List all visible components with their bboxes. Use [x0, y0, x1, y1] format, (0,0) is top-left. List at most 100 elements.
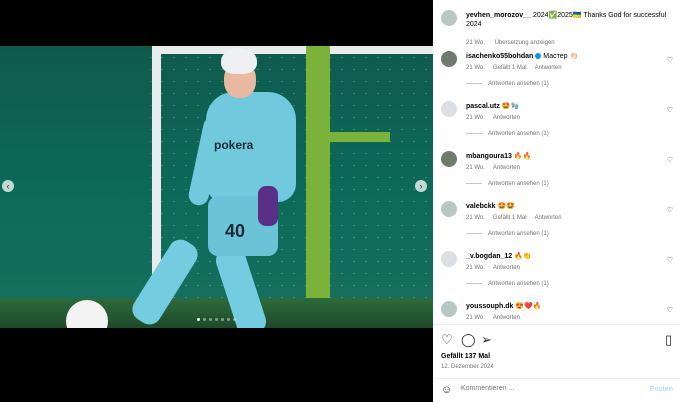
- comments-list: isachenko55bohdan Мастер 👏🏻 21 Wo. Gefällt …: [433, 48, 680, 322]
- author-username[interactable]: yevhen_morozov__: [466, 12, 531, 19]
- comment-text: 🤩🧤: [501, 103, 520, 110]
- carousel-dot[interactable]: [203, 318, 206, 321]
- view-replies-label: Antworten ansehen (1): [488, 181, 549, 187]
- replies-line: [466, 182, 482, 184]
- jersey-number: 40: [225, 221, 246, 241]
- post-media: pokera 40 ‹ ›: [0, 0, 433, 402]
- comment-item: _v.bogdan_12 🔥👏 21 Wo. Antworten Antworten …: [441, 248, 677, 298]
- commenter-avatar[interactable]: [441, 51, 457, 67]
- heart-icon[interactable]: ♡: [667, 256, 673, 264]
- view-replies-label: Antworten ansehen (1): [488, 81, 549, 87]
- view-replies-link[interactable]: Antworten ansehen (1): [466, 81, 549, 87]
- heart-icon[interactable]: ♡: [667, 206, 673, 214]
- commenter-username[interactable]: valebckk: [466, 203, 496, 210]
- player-leg-left: [127, 235, 203, 328]
- comment-text: Мастер 👏🏻: [543, 53, 579, 60]
- post-sidebar: yevhen_morozov__ 2024✅2025🇺🇦 Thanks God …: [433, 0, 680, 402]
- smiley-icon[interactable]: ☺: [441, 384, 452, 396]
- view-replies-label: Antworten ansehen (1): [488, 281, 549, 287]
- comment-likes[interactable]: Gefällt 1 Mal: [493, 65, 527, 71]
- heart-icon[interactable]: ♡: [441, 332, 453, 348]
- view-replies-link[interactable]: Antworten ansehen (1): [466, 231, 549, 237]
- player-leg-right: [212, 243, 270, 328]
- comment-time: 21 Wo.: [466, 165, 485, 171]
- chevron-right-icon[interactable]: ›: [415, 180, 427, 192]
- carousel-dots: [0, 318, 433, 321]
- carousel-dot[interactable]: [215, 318, 218, 321]
- bookmark-icon[interactable]: ▯: [665, 332, 672, 348]
- carousel-dot[interactable]: [227, 318, 230, 321]
- chevron-left-icon[interactable]: ‹: [2, 180, 14, 192]
- verified-badge-icon: [535, 53, 542, 60]
- comment-time: 21 Wo.: [466, 65, 485, 71]
- carousel-dot[interactable]: [221, 318, 224, 321]
- player-glove: [258, 186, 278, 226]
- post-caption: yevhen_morozov__ 2024✅2025🇺🇦 Thanks God …: [441, 8, 677, 46]
- comment-time: 21 Wo.: [466, 265, 485, 271]
- carousel-dot[interactable]: [233, 318, 236, 321]
- comment-text: 🔥🔥: [513, 153, 532, 160]
- replies-line: [466, 82, 482, 84]
- comment-composer: ☺ Posten: [441, 384, 677, 398]
- reply-link[interactable]: Antworten: [493, 115, 520, 121]
- send-icon[interactable]: ➢: [481, 332, 492, 348]
- replies-line: [466, 132, 482, 134]
- goalkeeper-figure: pokera 40: [0, 46, 433, 328]
- commenter-username[interactable]: pascal.utz: [466, 103, 500, 110]
- view-replies-label: Antworten ansehen (1): [488, 231, 549, 237]
- comment-input[interactable]: [461, 385, 641, 392]
- reply-link[interactable]: Antworten: [535, 65, 562, 71]
- post-time: 21 Wo.: [466, 40, 485, 46]
- reply-link[interactable]: Antworten: [493, 265, 520, 271]
- commenter-username[interactable]: _v.bogdan_12: [466, 253, 512, 260]
- player-hair: [221, 48, 257, 74]
- reply-link[interactable]: Antworten: [493, 165, 520, 171]
- comment-item: mbangoura13 🔥🔥 21 Wo. Antworten Antworten a…: [441, 148, 677, 198]
- comment-text: 🔥👏: [514, 253, 532, 260]
- comment-time: 21 Wo.: [466, 215, 485, 221]
- view-replies-link[interactable]: Antworten ansehen (1): [466, 181, 549, 187]
- heart-icon[interactable]: ♡: [667, 56, 673, 64]
- comment-item: valebckk 🤩🤩 21 Wo. Gefällt 1 Mal Antworten A…: [441, 198, 677, 248]
- commenter-avatar[interactable]: [441, 151, 457, 167]
- commenter-username[interactable]: youssouph.dk: [466, 303, 513, 310]
- action-bar: ♡ ◯ ➢ ▯: [441, 332, 677, 348]
- heart-icon[interactable]: ♡: [667, 106, 673, 114]
- commenter-avatar[interactable]: [441, 101, 457, 117]
- carousel-dot[interactable]: [209, 318, 212, 321]
- football: [66, 300, 108, 328]
- jersey-sponsor: pokera: [214, 138, 254, 152]
- comment-text: 😍❤️🔥: [515, 303, 542, 310]
- commenter-avatar[interactable]: [441, 301, 457, 317]
- comment-item: pascal.utz 🤩🧤 21 Wo. Antworten Antworten an…: [441, 98, 677, 148]
- replies-line: [466, 232, 482, 234]
- view-replies-link[interactable]: Antworten ansehen (1): [466, 281, 549, 287]
- reply-link[interactable]: Antworten: [535, 215, 562, 221]
- comment-icon[interactable]: ◯: [461, 332, 476, 348]
- post-date: 12. Dezember 2024: [441, 364, 494, 370]
- comment-time: 21 Wo.: [466, 115, 485, 121]
- comment-item: youssouph.dk 😍❤️🔥 21 Wo. Antworten ♡: [441, 298, 677, 322]
- translate-link[interactable]: Übersetzung anzeigen: [495, 40, 555, 46]
- reply-link[interactable]: Antworten: [493, 315, 520, 321]
- commenter-avatar[interactable]: [441, 201, 457, 217]
- carousel-dot[interactable]: [197, 318, 200, 321]
- view-replies-label: Antworten ansehen (1): [488, 131, 549, 137]
- commenter-avatar[interactable]: [441, 251, 457, 267]
- author-avatar[interactable]: [441, 10, 457, 26]
- commenter-username[interactable]: mbangoura13: [466, 153, 512, 160]
- post-photo[interactable]: pokera 40: [0, 46, 433, 328]
- commenter-username[interactable]: isachenko55bohdan: [466, 53, 533, 60]
- replies-line: [466, 282, 482, 284]
- comment-text: 🤩🤩: [497, 203, 515, 210]
- heart-icon[interactable]: ♡: [667, 156, 673, 164]
- divider: [433, 324, 680, 325]
- divider: [433, 378, 680, 379]
- view-replies-link[interactable]: Antworten ansehen (1): [466, 131, 549, 137]
- comment-time: 21 Wo.: [466, 315, 485, 321]
- heart-icon[interactable]: ♡: [667, 306, 673, 314]
- comment-item: isachenko55bohdan Мастер 👏🏻 21 Wo. Gefällt …: [441, 48, 677, 98]
- comment-likes[interactable]: Gefällt 1 Mal: [493, 215, 527, 221]
- like-count[interactable]: Gefällt 137 Mal: [441, 353, 490, 360]
- post-comment-button[interactable]: Posten: [650, 386, 673, 393]
